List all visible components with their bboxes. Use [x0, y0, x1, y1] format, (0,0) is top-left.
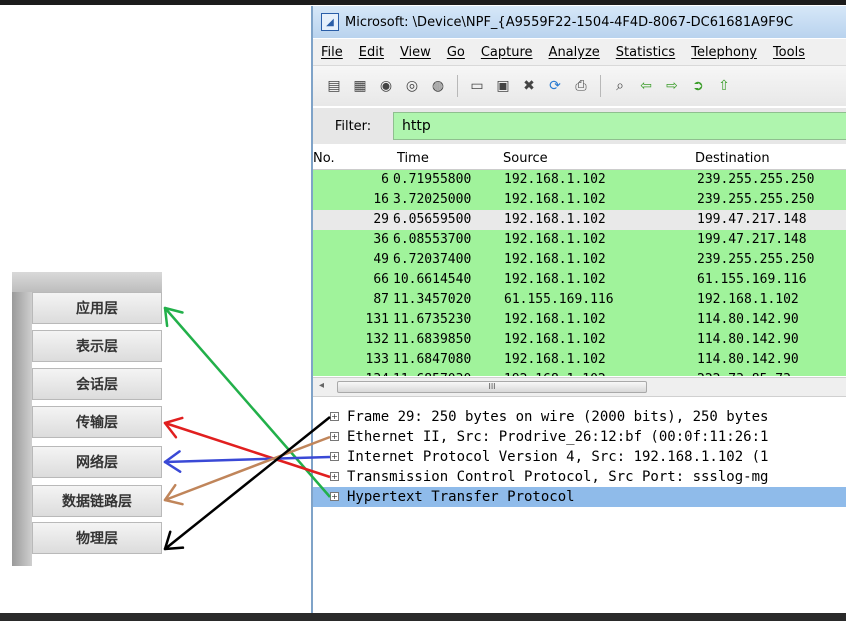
- arrow-ethernet-to-datalink: [163, 435, 331, 506]
- arrow-frame-to-physical: [163, 416, 331, 551]
- bottom-frame: [0, 613, 846, 621]
- mapping-arrows: [163, 306, 331, 551]
